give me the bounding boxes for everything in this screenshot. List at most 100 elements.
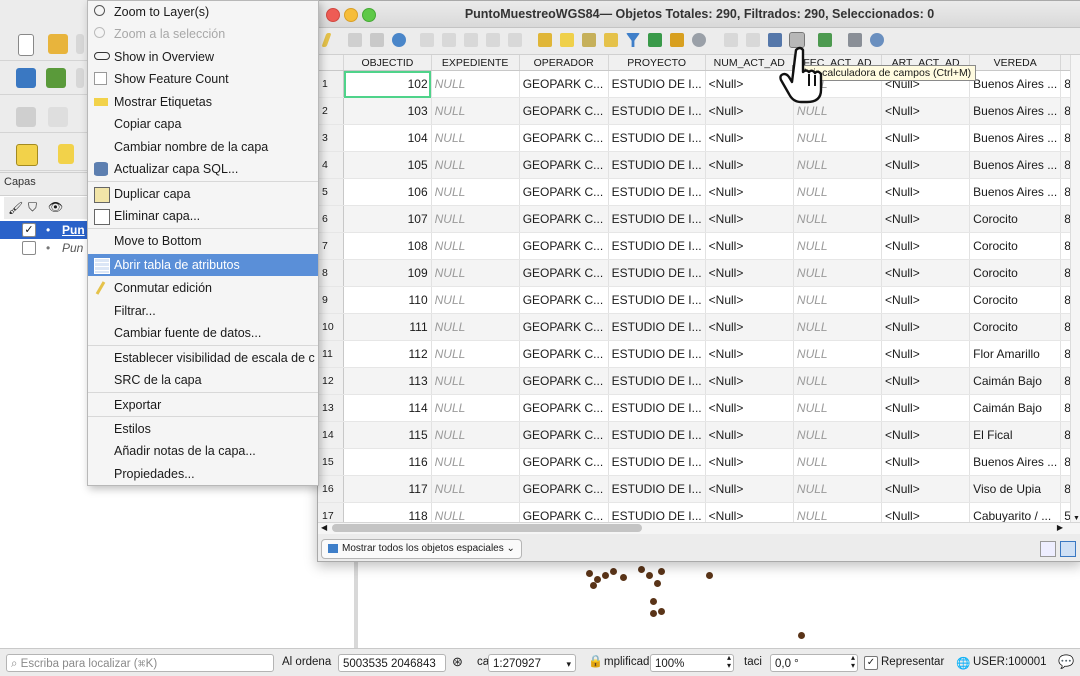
table-row[interactable]: 4 105 NULL GEOPARK C... ESTUDIO DE I... <Null… bbox=[318, 151, 1080, 179]
cell-proyecto[interactable]: ESTUDIO DE I... bbox=[608, 205, 706, 233]
row-number[interactable]: 13 bbox=[318, 394, 345, 422]
cell-proyecto[interactable]: ESTUDIO DE I... bbox=[608, 475, 706, 503]
cell-fec[interactable]: NULL bbox=[793, 502, 883, 522]
cell-vereda[interactable]: Flor Amarillo bbox=[969, 340, 1062, 368]
scale-combobox[interactable]: 1:270927 ▾ bbox=[488, 654, 576, 672]
table-row[interactable]: 16 117 NULL GEOPARK C... ESTUDIO DE I... <Nul… bbox=[318, 475, 1080, 503]
table-row[interactable]: 5 106 NULL GEOPARK C... ESTUDIO DE I... <Null… bbox=[318, 178, 1080, 206]
cell-vereda[interactable]: El Fical bbox=[969, 421, 1062, 449]
cell-art[interactable]: <Null> bbox=[881, 259, 971, 287]
cell-objectid[interactable]: 112 bbox=[343, 340, 432, 368]
cell-objectid[interactable]: 113 bbox=[343, 367, 432, 395]
menu-toggle-editing[interactable]: Conmutar edición bbox=[88, 277, 318, 299]
cell-operador[interactable]: GEOPARK C... bbox=[519, 151, 609, 179]
cell-objectid[interactable]: 115 bbox=[343, 421, 432, 449]
filter-icon[interactable] bbox=[626, 33, 640, 47]
cell-vereda[interactable]: Buenos Aires ... bbox=[969, 124, 1062, 152]
menu-show-in-overview[interactable]: Show in Overview bbox=[88, 46, 318, 68]
row-number[interactable]: 9 bbox=[318, 286, 345, 314]
delete-feature-icon[interactable] bbox=[442, 33, 456, 47]
cell-expediente[interactable]: NULL bbox=[431, 394, 520, 422]
cell-expediente[interactable]: NULL bbox=[431, 205, 520, 233]
cell-vereda[interactable]: Buenos Aires ... bbox=[969, 97, 1062, 125]
cell-expediente[interactable]: NULL bbox=[431, 259, 520, 287]
cell-expediente[interactable]: NULL bbox=[431, 178, 520, 206]
cell-fec[interactable]: NULL bbox=[793, 421, 883, 449]
cell-operador[interactable]: GEOPARK C... bbox=[519, 475, 609, 503]
cell-proyecto[interactable]: ESTUDIO DE I... bbox=[608, 286, 706, 314]
cell-vereda[interactable]: Corocito bbox=[969, 232, 1062, 260]
menu-update-sql-layer[interactable]: Actualizar capa SQL... bbox=[88, 158, 318, 180]
cell-vereda[interactable]: Corocito bbox=[969, 313, 1062, 341]
cell-proyecto[interactable]: ESTUDIO DE I... bbox=[608, 367, 706, 395]
cell-num[interactable]: <Null> bbox=[705, 448, 794, 476]
row-number[interactable]: 8 bbox=[318, 259, 345, 287]
cell-vereda[interactable]: Buenos Aires ... bbox=[969, 448, 1062, 476]
cell-proyecto[interactable]: ESTUDIO DE I... bbox=[608, 151, 706, 179]
cell-vereda[interactable]: Buenos Aires ... bbox=[969, 151, 1062, 179]
new-project-icon[interactable] bbox=[18, 34, 34, 56]
cell-art[interactable]: <Null> bbox=[881, 178, 971, 206]
cell-proyecto[interactable]: ESTUDIO DE I... bbox=[608, 124, 706, 152]
column-header-operador[interactable]: OPERADOR bbox=[519, 55, 609, 71]
show-features-filter-button[interactable]: Mostrar todos los objetos espaciales ⌄ bbox=[321, 539, 522, 559]
row-number[interactable]: 6 bbox=[318, 205, 345, 233]
table-row[interactable]: 8 109 NULL GEOPARK C... ESTUDIO DE I... <Null… bbox=[318, 259, 1080, 287]
cell-art[interactable]: <Null> bbox=[881, 367, 971, 395]
select-all-icon[interactable] bbox=[560, 33, 574, 47]
cell-proyecto[interactable]: ESTUDIO DE I... bbox=[608, 448, 706, 476]
cell-proyecto[interactable]: ESTUDIO DE I... bbox=[608, 313, 706, 341]
cell-objectid[interactable]: 118 bbox=[343, 502, 432, 522]
cell-operador[interactable]: GEOPARK C... bbox=[519, 421, 609, 449]
cell-objectid[interactable]: 106 bbox=[343, 178, 432, 206]
cell-vereda[interactable]: Cabuyarito / ... bbox=[969, 502, 1062, 522]
add-feature-icon[interactable] bbox=[420, 33, 434, 47]
cell-fec[interactable]: NULL bbox=[793, 394, 883, 422]
cell-operador[interactable]: GEOPARK C... bbox=[519, 313, 609, 341]
cell-proyecto[interactable]: ESTUDIO DE I... bbox=[608, 70, 706, 98]
cell-proyecto[interactable]: ESTUDIO DE I... bbox=[608, 502, 706, 522]
table-row[interactable]: 10 111 NULL GEOPARK C... ESTUDIO DE I... <Nul… bbox=[318, 313, 1080, 341]
zoom-to-selected-icon[interactable] bbox=[692, 33, 706, 47]
cell-operador[interactable]: GEOPARK C... bbox=[519, 178, 609, 206]
cell-expediente[interactable]: NULL bbox=[431, 286, 520, 314]
row-number[interactable]: 1 bbox=[318, 70, 345, 98]
select-tool-icon[interactable] bbox=[48, 107, 68, 127]
row-number[interactable]: 7 bbox=[318, 232, 345, 260]
filter-legend-icon[interactable]: ⛉ bbox=[28, 200, 37, 215]
cell-fec[interactable]: NULL bbox=[793, 151, 883, 179]
cell-num[interactable]: <Null> bbox=[705, 502, 794, 522]
row-number[interactable]: 4 bbox=[318, 151, 345, 179]
cell-num[interactable]: <Null> bbox=[705, 367, 794, 395]
form-view-icon[interactable] bbox=[1040, 541, 1056, 557]
table-row[interactable]: 15 116 NULL GEOPARK C... ESTUDIO DE I... <Nul… bbox=[318, 448, 1080, 476]
cell-vereda[interactable]: Corocito bbox=[969, 259, 1062, 287]
attribute-grid[interactable]: OBJECTID EXPEDIENTE OPERADOR PROYECTO NU… bbox=[318, 55, 1080, 522]
cell-vereda[interactable]: Corocito bbox=[969, 286, 1062, 314]
cell-fec[interactable]: NULL bbox=[793, 340, 883, 368]
table-row[interactable]: 13 114 NULL GEOPARK C... ESTUDIO DE I... <Nul… bbox=[318, 394, 1080, 422]
menu-zoom-to-layer[interactable]: Zoom to Layer(s) bbox=[88, 1, 318, 23]
cell-art[interactable]: <Null> bbox=[881, 421, 971, 449]
cell-fec[interactable]: NULL bbox=[793, 286, 883, 314]
cell-objectid[interactable]: 102 bbox=[343, 70, 432, 98]
menu-open-attribute-table[interactable]: Abrir tabla de atributos bbox=[88, 254, 318, 276]
cell-vereda[interactable]: Buenos Aires ... bbox=[969, 70, 1062, 98]
coordinate-toggle-icon[interactable]: ⊛ bbox=[452, 654, 463, 670]
lock-icon[interactable]: 🔒 bbox=[588, 654, 603, 668]
layer-name[interactable]: Pun bbox=[62, 239, 83, 257]
select-features-icon[interactable] bbox=[16, 144, 38, 166]
cell-num[interactable]: <Null> bbox=[705, 286, 794, 314]
cell-expediente[interactable]: NULL bbox=[431, 313, 520, 341]
cell-art[interactable]: <Null> bbox=[881, 394, 971, 422]
menu-layer-crs[interactable]: SRC de la capa bbox=[88, 369, 318, 391]
cell-art[interactable]: <Null> bbox=[881, 448, 971, 476]
menu-copy-layer[interactable]: Copiar capa bbox=[88, 113, 318, 135]
cell-objectid[interactable]: 107 bbox=[343, 205, 432, 233]
actions-icon[interactable] bbox=[870, 33, 884, 47]
messages-icon[interactable]: 💬 bbox=[1058, 654, 1074, 670]
map-canvas[interactable] bbox=[358, 560, 1080, 648]
menu-duplicate-layer[interactable]: Duplicar capa bbox=[88, 183, 318, 205]
row-number[interactable]: 2 bbox=[318, 97, 345, 125]
cut-icon[interactable] bbox=[464, 33, 478, 47]
